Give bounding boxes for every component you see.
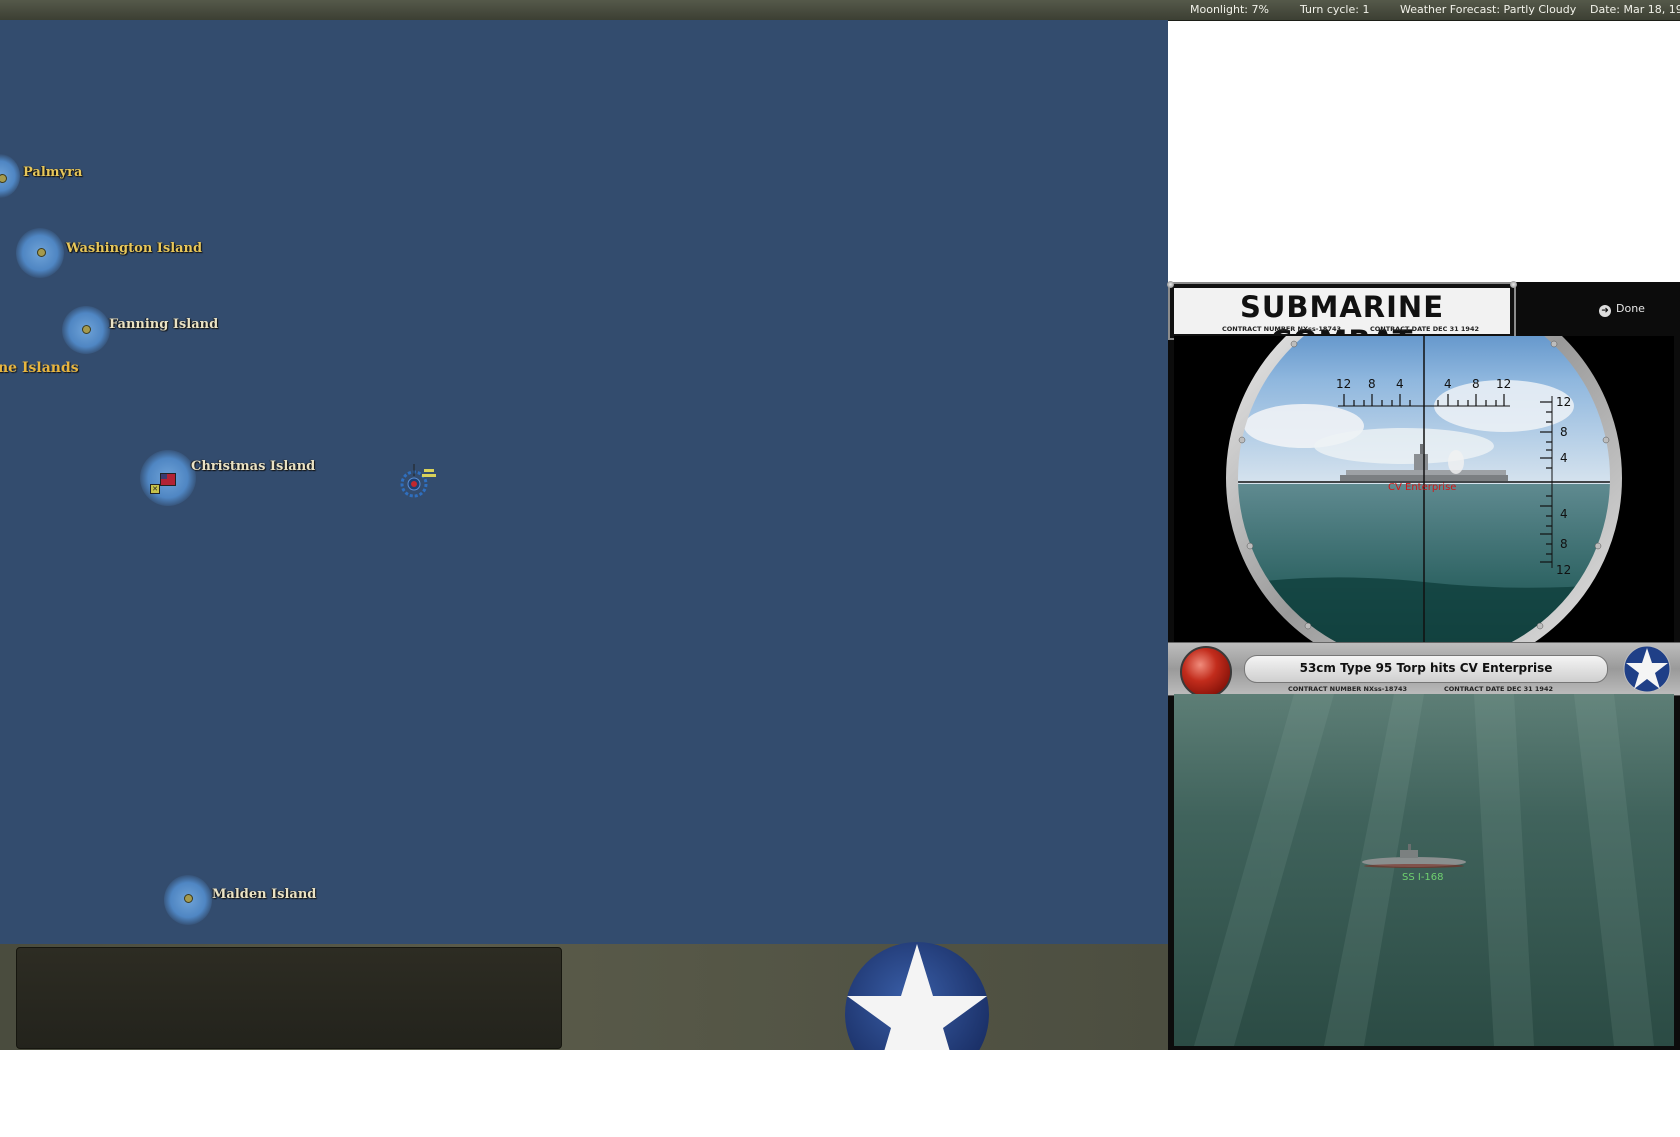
periscope-view: 12 8 4 4 8 12 12 8 4 4 8 12 CV Enterpris…	[1174, 336, 1674, 642]
airfield-icon[interactable]: ✕	[150, 484, 160, 494]
palmyra-label[interactable]: Palmyra	[23, 165, 82, 180]
malden-island-label[interactable]: Malden Island	[212, 887, 316, 902]
island-group-label: ne Islands	[0, 360, 79, 376]
done-button[interactable]: ➜ Done	[1599, 302, 1645, 317]
arrow-circle-icon: ➜	[1599, 305, 1611, 317]
combat-message-bar: 53cm Type 95 Torp hits CV Enterprise CON…	[1168, 642, 1680, 698]
reticle-top-right-8: 8	[1472, 377, 1480, 391]
bottom-bar	[0, 942, 1168, 1050]
underwater-view: SS I-168	[1174, 694, 1674, 1046]
game-screen: Moonlight: 7% Turn cycle: 1 Weather Fore…	[0, 0, 1680, 1050]
reticle-top-right-12: 12	[1496, 377, 1511, 391]
reticle-right-4b: 4	[1560, 507, 1568, 521]
message-plate: 53cm Type 95 Torp hits CV Enterprise	[1244, 655, 1608, 683]
info-panel	[16, 947, 562, 1049]
contract-date-lower: CONTRACT DATE DEC 31 1942	[1444, 685, 1553, 693]
weather-status: Weather Forecast: Partly Cloudy	[1400, 3, 1577, 16]
reticle-top-left-12: 12	[1336, 377, 1351, 391]
turn-cycle-status: Turn cycle: 1	[1300, 3, 1370, 16]
washington-island-label[interactable]: Washington Island	[66, 241, 202, 256]
rivet	[1510, 281, 1517, 288]
reticle-top-left-4: 4	[1396, 377, 1404, 391]
reticle-top-right-4: 4	[1444, 377, 1452, 391]
us-star-icon[interactable]	[1622, 645, 1672, 693]
combat-message: 53cm Type 95 Torp hits CV Enterprise	[1299, 661, 1553, 675]
strategic-map[interactable]: Palmyra Washington Island Fanning Island…	[0, 20, 1168, 944]
rivet	[1167, 281, 1174, 288]
nation-roundel-icon[interactable]	[845, 942, 990, 1050]
reticle-right-12b: 12	[1556, 563, 1571, 577]
submarine-target-marker-icon[interactable]	[396, 462, 442, 502]
underwater-scene	[1194, 694, 1654, 1046]
combat-title-plate: SUBMARINE COMBAT CONTRACT NUMBER NXss-18…	[1167, 281, 1517, 358]
reticle-top-left-8: 8	[1368, 377, 1376, 391]
reticle-right-12a: 12	[1556, 395, 1571, 409]
reticle-right-8b: 8	[1560, 537, 1568, 551]
moonlight-status: Moonlight: 7%	[1190, 3, 1269, 16]
submarine-label: SS I-168	[1402, 872, 1444, 883]
washington-base-icon[interactable]	[37, 248, 46, 257]
contract-number-lower: CONTRACT NUMBER NXss-18743	[1288, 685, 1408, 693]
done-label: Done	[1616, 302, 1645, 315]
reticle-right-8a: 8	[1560, 425, 1568, 439]
contract-number: CONTRACT NUMBER NXss-18743	[1222, 325, 1342, 333]
submarine-combat-panel: SUBMARINE COMBAT CONTRACT NUMBER NXss-18…	[1167, 281, 1680, 1050]
reticle-right-4a: 4	[1560, 451, 1568, 465]
malden-base-icon[interactable]	[184, 894, 193, 903]
status-bar: Moonlight: 7% Turn cycle: 1 Weather Fore…	[0, 0, 1680, 21]
christmas-island-label[interactable]: Christmas Island	[191, 459, 315, 474]
us-flag-icon[interactable]	[160, 473, 176, 486]
fanning-base-icon[interactable]	[82, 325, 91, 334]
target-ship-label: CV Enterprise	[1388, 482, 1457, 493]
date-status: Date: Mar 18, 1942	[1590, 3, 1680, 16]
fanning-island-label[interactable]: Fanning Island	[109, 317, 218, 332]
fire-button[interactable]	[1180, 646, 1232, 698]
contract-date: CONTRACT DATE DEC 31 1942	[1370, 325, 1479, 333]
